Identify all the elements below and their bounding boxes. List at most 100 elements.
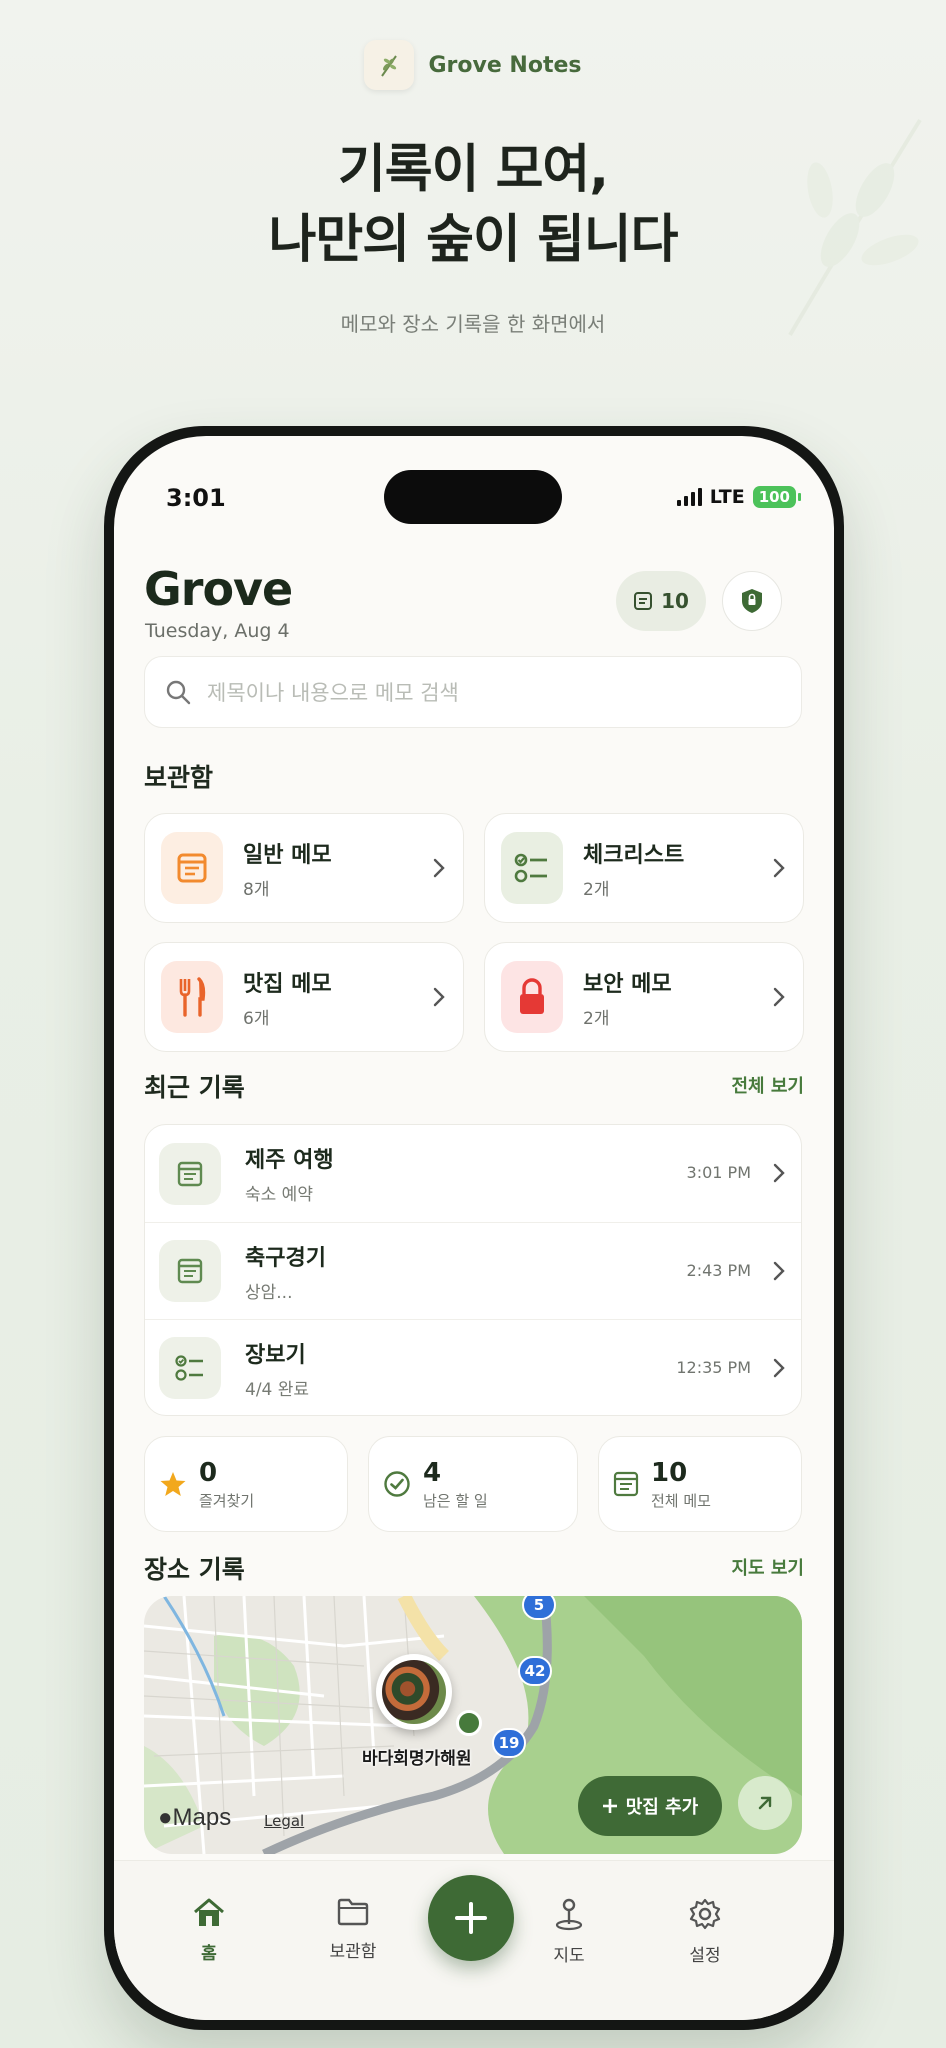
gear-icon [689,1898,721,1930]
maps-brand: ●Maps [158,1804,231,1832]
app-screen: 3:01 LTE 100 Grove Tuesday, Aug 4 10 제목이… [114,436,834,2020]
arrow-up-right-icon [758,1796,772,1810]
chevron-right-icon [433,858,445,878]
folder-label: 보안 메모 [583,971,672,997]
note-icon [634,592,653,610]
recent-title: 제주 여행 [245,1148,334,1173]
recent-list: 제주 여행 숙소 예약 3:01 PM 축구경기 상암... 2:43 PM 장… [144,1124,802,1416]
add-restaurant-button[interactable]: 맛집 추가 [578,1776,722,1836]
recent-title: 축구경기 [245,1245,326,1271]
leaf-decoration-icon [788,118,922,337]
folder-label: 체크리스트 [583,842,685,868]
map-place-label: 바다회명가해원 [362,1749,472,1769]
lock-icon [501,961,563,1033]
recent-subtitle: 숙소 예약 [245,1185,313,1205]
security-button[interactable] [722,571,782,631]
recent-subtitle: 4/4 완료 [245,1379,310,1400]
status-time: 3:01 [166,484,226,512]
view-map-link[interactable]: 지도 보기 [731,1554,804,1580]
recent-item-jeju-trip[interactable]: 제주 여행 숙소 예약 3:01 PM [145,1125,801,1222]
stat-total-memos[interactable]: 10 전체 메모 [598,1436,802,1532]
note-icon [159,1240,221,1302]
status-indicators: LTE 100 [676,486,802,508]
chevron-right-icon [773,858,785,878]
road-badge: 42 [518,1656,552,1686]
fork-knife-icon [161,961,223,1033]
grove-logo-icon [364,40,415,90]
status-bar: 3:01 LTE 100 [114,436,834,546]
folder-general-memo[interactable]: 일반 메모 8개 [144,813,464,923]
recent-see-all-link[interactable]: 전체 보기 [731,1072,804,1098]
note-icon [613,1471,639,1497]
apple-logo-icon: ● [158,1804,173,1831]
search-input[interactable]: 제목이나 내용으로 메모 검색 [144,656,802,728]
tab-label: 설정 [689,1946,721,1966]
app-title: Grove [144,562,293,616]
folder-count: 6개 [243,1008,270,1029]
tab-home[interactable]: 홈 [164,1897,254,1964]
new-memo-fab-button[interactable] [428,1875,514,1961]
promo-header: Grove Notes 기록이 모여, 나만의 숲이 됩니다 메모와 장소 기록… [0,0,946,420]
vault-section-title: 보관함 [144,763,214,792]
folder-count: 2개 [583,879,610,900]
expand-map-button[interactable] [738,1776,792,1830]
stat-value: 10 [651,1457,688,1488]
chevron-right-icon [773,1358,785,1378]
dynamic-island [384,470,562,524]
chevron-right-icon [773,987,785,1007]
stat-value: 0 [199,1457,218,1488]
check-circle-icon [384,1471,410,1497]
brand: Grove Notes [0,40,946,90]
recent-item-groceries[interactable]: 장보기 4/4 완료 12:35 PM [145,1319,801,1415]
tab-map[interactable]: 지도 [524,1897,614,1966]
home-icon [194,1898,224,1926]
tab-label: 홈 [201,1944,217,1964]
places-map[interactable]: 5 42 19 바다회명가해원 ●Maps Legal 맛집 추가 [144,1596,802,1854]
note-count: 10 [661,589,689,613]
checklist-icon [159,1337,221,1399]
tab-vault[interactable]: 보관함 [308,1897,398,1962]
tab-bar: 홈 보관함 지도 설정 [114,1860,834,2020]
folder-count: 8개 [243,879,270,900]
folder-icon [337,1898,369,1926]
folder-label: 맛집 메모 [243,971,332,997]
recent-time: 12:35 PM [676,1358,751,1377]
tab-label: 지도 [553,1946,585,1966]
search-placeholder: 제목이나 내용으로 메모 검색 [207,681,459,705]
chevron-right-icon [433,987,445,1007]
places-section-title: 장소 기록 [144,1555,245,1584]
add-restaurant-label: 맛집 추가 [625,1797,699,1818]
brand-name: Grove Notes [428,52,582,78]
folder-checklist[interactable]: 체크리스트 2개 [484,813,804,923]
recent-title: 장보기 [245,1342,306,1368]
stat-remaining-todos[interactable]: 4 남은 할 일 [368,1436,578,1532]
shield-lock-icon [742,589,762,613]
app-date: Tuesday, Aug 4 [145,620,290,642]
recent-time: 3:01 PM [686,1163,751,1182]
recent-item-football[interactable]: 축구경기 상암... 2:43 PM [145,1222,801,1319]
recent-subtitle: 상암... [245,1282,293,1303]
location-dot-icon [456,1710,482,1736]
folder-restaurant-memo[interactable]: 맛집 메모 6개 [144,942,464,1052]
folder-secure-memo[interactable]: 보안 메모 2개 [484,942,804,1052]
checklist-icon [501,832,563,904]
stat-favorites[interactable]: 0 즐겨찾기 [144,1436,348,1532]
stat-label: 즐겨찾기 [199,1491,255,1510]
tab-settings[interactable]: 설정 [660,1897,750,1966]
stat-label: 전체 메모 [651,1491,711,1510]
chevron-right-icon [773,1261,785,1281]
tab-label: 보관함 [329,1942,377,1962]
star-icon [160,1472,186,1496]
plus-icon [455,1902,487,1934]
signal-icon [676,488,702,506]
plus-icon [602,1799,617,1813]
note-icon [159,1142,221,1205]
note-count-button[interactable]: 10 [616,571,706,631]
folder-label: 일반 메모 [243,842,332,868]
phone-frame: 3:01 LTE 100 Grove Tuesday, Aug 4 10 제목이… [104,426,844,2030]
chevron-right-icon [773,1163,785,1183]
maps-legal-link[interactable]: Legal [264,1812,304,1830]
restaurant-photo-pin[interactable] [376,1654,452,1730]
search-icon [166,680,191,705]
stat-value: 4 [423,1457,442,1488]
